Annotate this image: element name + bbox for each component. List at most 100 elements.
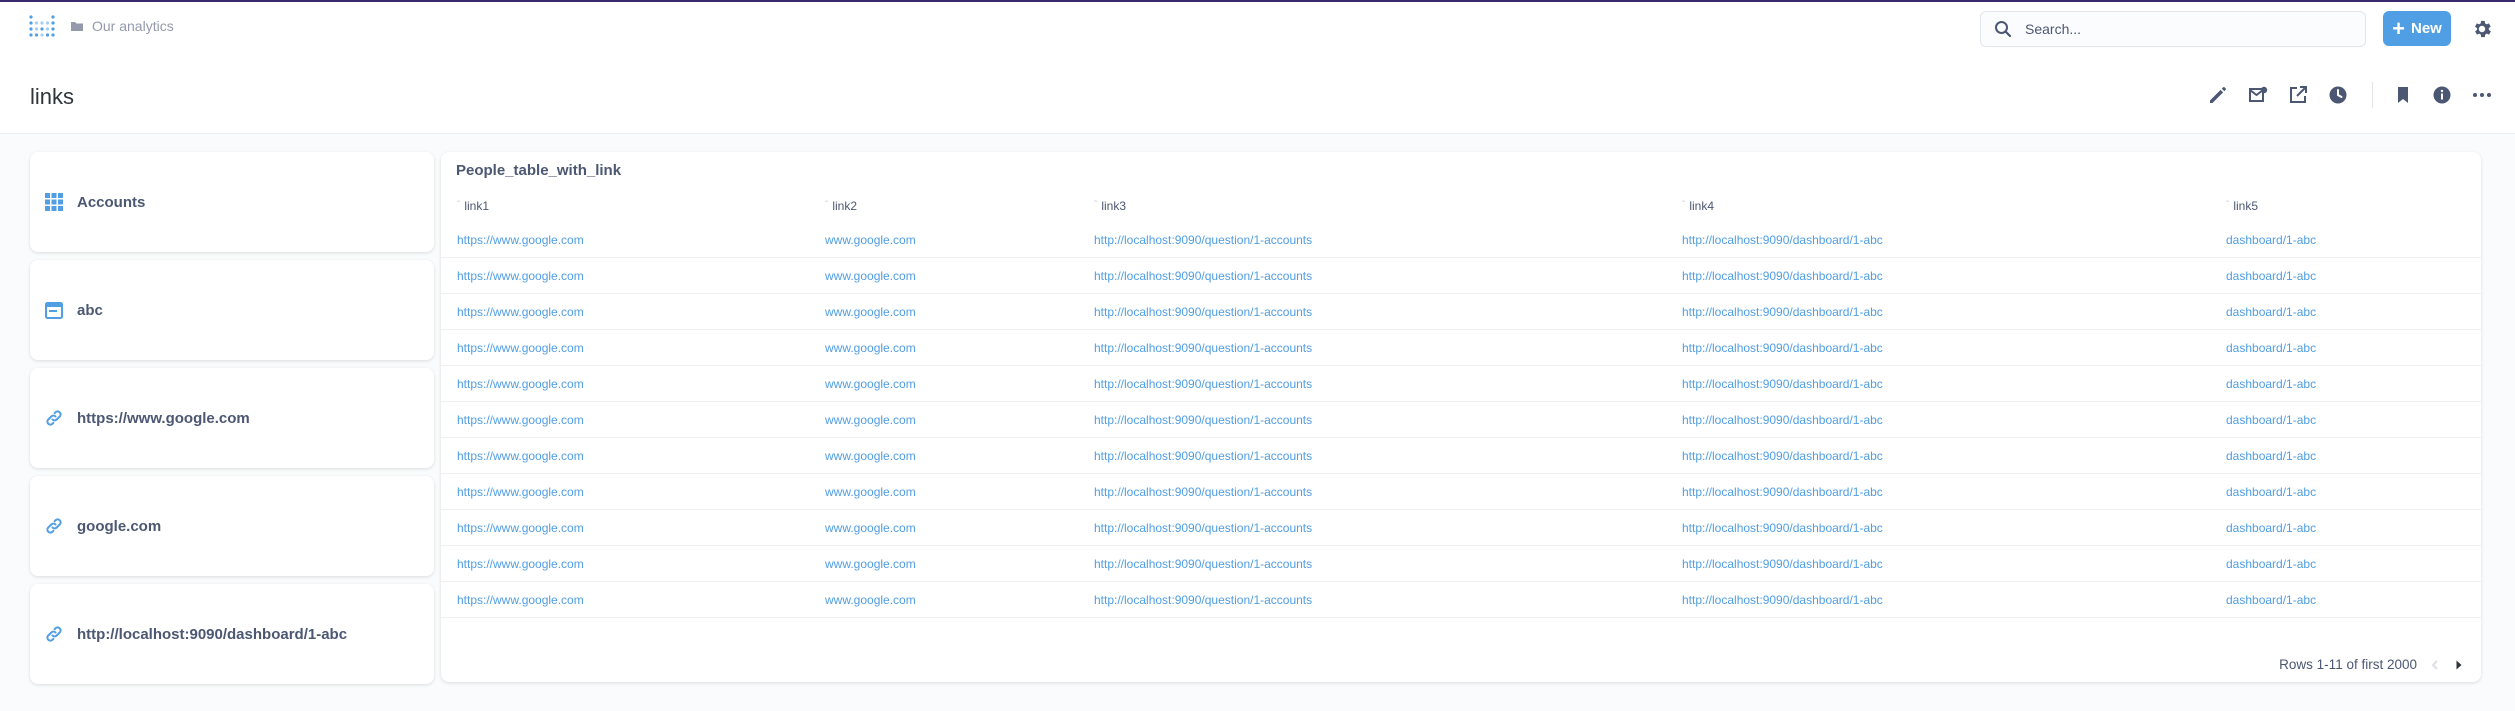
metabase-logo-icon[interactable]: [29, 15, 55, 39]
info-icon[interactable]: [2430, 83, 2454, 107]
subscription-icon[interactable]: [2246, 83, 2270, 107]
card-link-dashboard[interactable]: http://localhost:9090/dashboard/1-abc: [30, 584, 434, 684]
table-cell-link[interactable]: https://www.google.com: [457, 593, 584, 607]
table-cell-link[interactable]: http://localhost:9090/question/1-account…: [1094, 305, 1312, 319]
table-cell-link[interactable]: http://localhost:9090/dashboard/1-abc: [1682, 413, 1883, 427]
table-cell-link[interactable]: https://www.google.com: [457, 521, 584, 535]
breadcrumb[interactable]: Our analytics: [70, 18, 174, 34]
column-handle-icon: ˆ: [825, 200, 829, 211]
folder-icon: [71, 22, 83, 31]
page-title[interactable]: links: [30, 84, 74, 110]
new-button[interactable]: + New: [2383, 11, 2451, 46]
table-cell-link[interactable]: http://localhost:9090/dashboard/1-abc: [1682, 485, 1883, 499]
column-header-link4[interactable]: ˆ link4: [1682, 199, 1714, 213]
table-cell-link[interactable]: www.google.com: [825, 377, 916, 391]
table-cell-link[interactable]: www.google.com: [825, 341, 916, 355]
table-cell-link[interactable]: www.google.com: [825, 449, 916, 463]
grid-icon: [45, 193, 63, 211]
search-input[interactable]: [2025, 21, 2345, 37]
table-cell-link[interactable]: dashboard/1-abc: [2226, 305, 2316, 319]
share-icon[interactable]: [2286, 83, 2310, 107]
table-cell-link[interactable]: http://localhost:9090/dashboard/1-abc: [1682, 557, 1883, 571]
table-cell-link[interactable]: dashboard/1-abc: [2226, 413, 2316, 427]
card-link-google[interactable]: google.com: [30, 476, 434, 576]
card-abc[interactable]: abc: [30, 260, 434, 360]
breadcrumb-collection[interactable]: Our analytics: [92, 18, 174, 34]
table-cell-link[interactable]: https://www.google.com: [457, 269, 584, 283]
table-cell-link[interactable]: https://www.google.com: [457, 341, 584, 355]
table-row: https://www.google.com www.google.com http…: [441, 294, 2481, 330]
table-cell-link[interactable]: http://localhost:9090/dashboard/1-abc: [1682, 233, 1883, 247]
table-cell-link[interactable]: www.google.com: [825, 413, 916, 427]
link-icon: [46, 518, 62, 534]
column-header-link2[interactable]: ˆ link2: [825, 199, 857, 213]
card-link-google-https[interactable]: https://www.google.com: [30, 368, 434, 468]
table-cell-link[interactable]: www.google.com: [825, 557, 916, 571]
table-cell-link[interactable]: www.google.com: [825, 233, 916, 247]
more-options-icon[interactable]: [2470, 83, 2494, 107]
table-cell-link[interactable]: http://localhost:9090/dashboard/1-abc: [1682, 377, 1883, 391]
table-cell-link[interactable]: http://localhost:9090/question/1-account…: [1094, 593, 1312, 607]
table-cell-link[interactable]: dashboard/1-abc: [2226, 593, 2316, 607]
table-cell-link[interactable]: dashboard/1-abc: [2226, 521, 2316, 535]
card-label[interactable]: Accounts: [77, 194, 145, 211]
table-cell-link[interactable]: https://www.google.com: [457, 557, 584, 571]
pencil-icon[interactable]: [2206, 83, 2230, 107]
table-cell-link[interactable]: http://localhost:9090/dashboard/1-abc: [1682, 341, 1883, 355]
table-cell-link[interactable]: http://localhost:9090/question/1-account…: [1094, 557, 1312, 571]
card-accounts[interactable]: Accounts: [30, 152, 434, 252]
table-cell-link[interactable]: http://localhost:9090/question/1-account…: [1094, 233, 1312, 247]
column-handle-icon: ˆ: [1094, 200, 1098, 211]
column-header-link5[interactable]: ˆ link5: [2226, 199, 2258, 213]
table-row: https://www.google.com www.google.com http…: [441, 258, 2481, 294]
chevron-right-icon[interactable]: [2453, 659, 2465, 671]
table-cell-link[interactable]: http://localhost:9090/dashboard/1-abc: [1682, 449, 1883, 463]
chevron-left-icon[interactable]: [2429, 659, 2441, 671]
table-cell-link[interactable]: http://localhost:9090/dashboard/1-abc: [1682, 269, 1883, 283]
table-cell-link[interactable]: http://localhost:9090/dashboard/1-abc: [1682, 305, 1883, 319]
table-cell-link[interactable]: www.google.com: [825, 593, 916, 607]
table-cell-link[interactable]: http://localhost:9090/dashboard/1-abc: [1682, 521, 1883, 535]
table-cell-link[interactable]: http://localhost:9090/question/1-account…: [1094, 377, 1312, 391]
column-header-label: link5: [2233, 199, 2259, 213]
table-cell-link[interactable]: dashboard/1-abc: [2226, 485, 2316, 499]
pagination-label: Rows 1-11 of first 2000: [2279, 657, 2417, 672]
table-cell-link[interactable]: http://localhost:9090/question/1-account…: [1094, 269, 1312, 283]
table-cell-link[interactable]: https://www.google.com: [457, 413, 584, 427]
table-cell-link[interactable]: dashboard/1-abc: [2226, 377, 2316, 391]
table-cell-link[interactable]: http://localhost:9090/dashboard/1-abc: [1682, 593, 1883, 607]
table-cell-link[interactable]: https://www.google.com: [457, 233, 584, 247]
table-cell-link[interactable]: http://localhost:9090/question/1-account…: [1094, 341, 1312, 355]
table-cell-link[interactable]: http://localhost:9090/question/1-account…: [1094, 413, 1312, 427]
table-cell-link[interactable]: www.google.com: [825, 269, 916, 283]
table-cell-link[interactable]: www.google.com: [825, 521, 916, 535]
gear-icon[interactable]: [2471, 18, 2493, 40]
table-cell-link[interactable]: www.google.com: [825, 485, 916, 499]
table-title[interactable]: People_table_with_link: [456, 162, 621, 179]
table-cell-link[interactable]: https://www.google.com: [457, 305, 584, 319]
search-bar[interactable]: [1980, 11, 2366, 47]
table-cell-link[interactable]: www.google.com: [825, 305, 916, 319]
table-cell-link[interactable]: https://www.google.com: [457, 377, 584, 391]
table-cell-link[interactable]: dashboard/1-abc: [2226, 557, 2316, 571]
table-cell-link[interactable]: dashboard/1-abc: [2226, 341, 2316, 355]
plus-icon: +: [2392, 15, 2405, 41]
table-cell-link[interactable]: dashboard/1-abc: [2226, 449, 2316, 463]
dashboard-header: links: [0, 54, 2515, 134]
bookmark-icon[interactable]: [2391, 83, 2415, 107]
table-cell-link[interactable]: http://localhost:9090/question/1-account…: [1094, 449, 1312, 463]
column-header-link1[interactable]: ˆ link1: [457, 199, 489, 213]
table-row: https://www.google.com www.google.com http…: [441, 366, 2481, 402]
card-label[interactable]: abc: [77, 302, 103, 319]
clock-icon[interactable]: [2326, 83, 2350, 107]
card-label[interactable]: https://www.google.com: [77, 410, 250, 427]
table-cell-link[interactable]: dashboard/1-abc: [2226, 269, 2316, 283]
table-cell-link[interactable]: https://www.google.com: [457, 485, 584, 499]
card-label[interactable]: google.com: [77, 518, 161, 535]
table-cell-link[interactable]: http://localhost:9090/question/1-account…: [1094, 485, 1312, 499]
table-cell-link[interactable]: https://www.google.com: [457, 449, 584, 463]
table-cell-link[interactable]: dashboard/1-abc: [2226, 233, 2316, 247]
column-header-link3[interactable]: ˆ link3: [1094, 199, 1126, 213]
card-label[interactable]: http://localhost:9090/dashboard/1-abc: [77, 626, 347, 643]
table-cell-link[interactable]: http://localhost:9090/question/1-account…: [1094, 521, 1312, 535]
